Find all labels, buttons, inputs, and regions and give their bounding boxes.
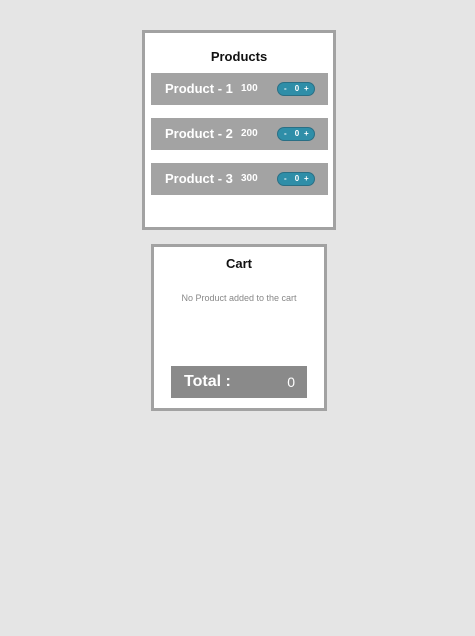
decrement-button[interactable]: - [284, 83, 287, 95]
product-price: 300 [241, 173, 258, 184]
cart-total-bar: Total : 0 [171, 366, 307, 398]
cart-empty-message: No Product added to the cart [181, 293, 297, 303]
product-price: 200 [241, 128, 258, 139]
product-row: Product - 1 100 - 0 + [151, 73, 328, 105]
products-panel: Products Product - 1 100 - 0 + Product -… [142, 30, 336, 230]
increment-button[interactable]: + [304, 173, 309, 185]
total-label: Total : [184, 373, 231, 390]
decrement-button[interactable]: - [284, 128, 287, 140]
quantity-stepper: - 0 + [277, 127, 315, 141]
product-name: Product - 2 [165, 126, 233, 141]
product-row: Product - 2 200 - 0 + [151, 118, 328, 150]
total-value: 0 [287, 374, 295, 390]
cart-title: Cart [225, 256, 252, 271]
decrement-button[interactable]: - [284, 173, 287, 185]
quantity-value: 0 [294, 174, 300, 183]
increment-button[interactable]: + [304, 83, 309, 95]
increment-button[interactable]: + [304, 128, 309, 140]
product-name: Product - 3 [165, 171, 233, 186]
product-price: 100 [241, 83, 258, 94]
product-row: Product - 3 300 - 0 + [151, 163, 328, 195]
quantity-stepper: - 0 + [277, 82, 315, 96]
quantity-value: 0 [294, 129, 300, 138]
quantity-stepper: - 0 + [277, 172, 315, 186]
cart-panel: Cart No Product added to the cart Total … [151, 244, 327, 411]
product-name: Product - 1 [165, 81, 233, 96]
quantity-value: 0 [294, 84, 300, 93]
products-title: Products [210, 49, 268, 64]
